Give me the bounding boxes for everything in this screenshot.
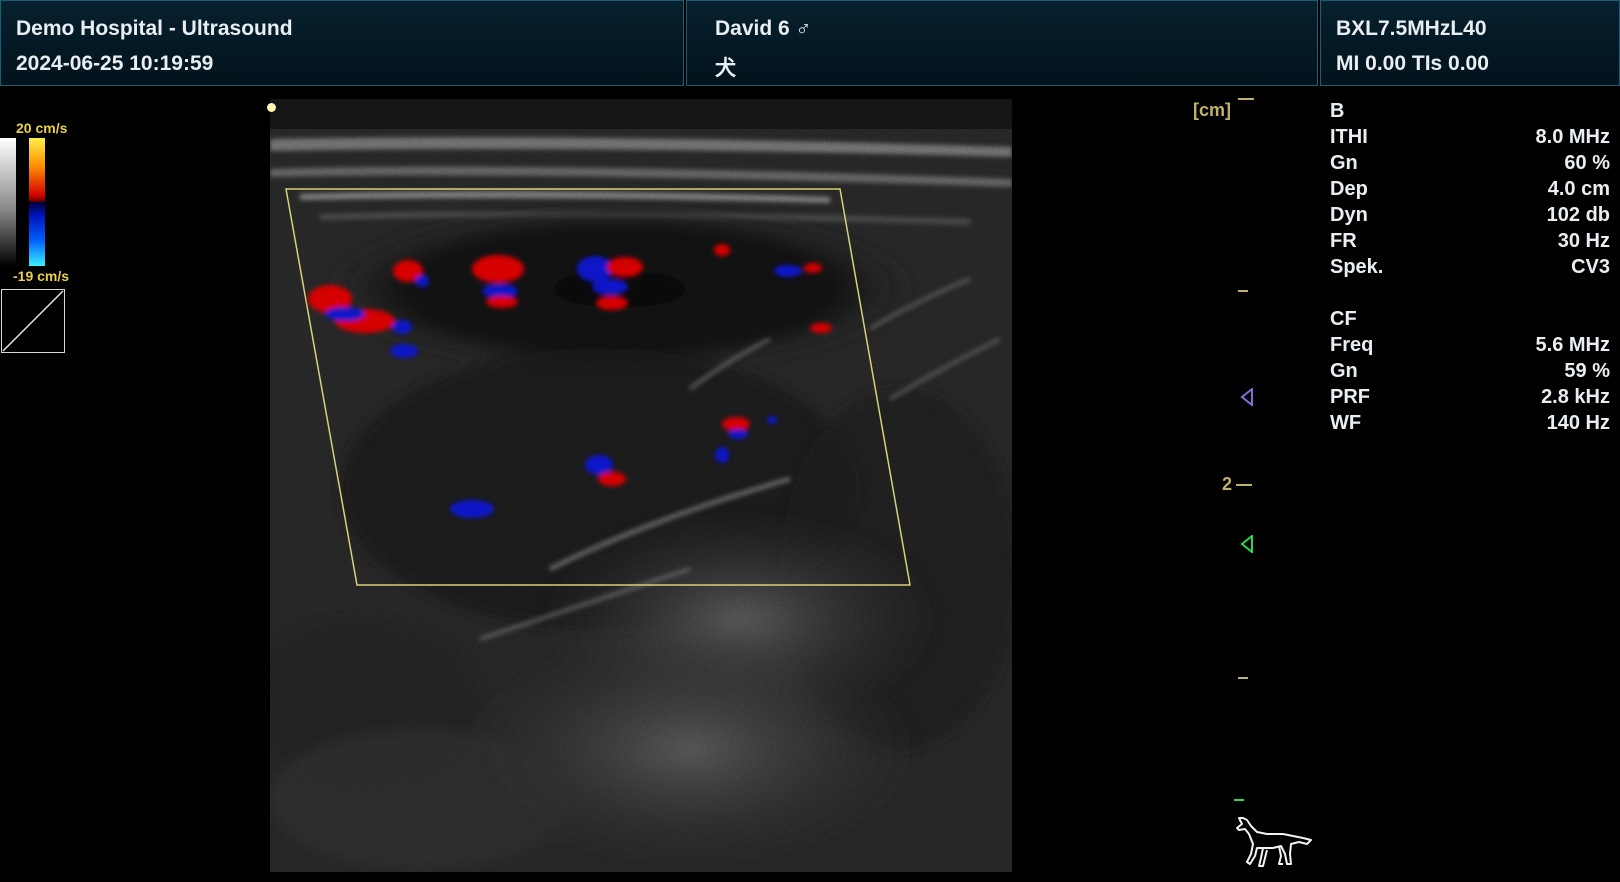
param-speckle: Spek. CV3: [1330, 256, 1610, 280]
param-value: 140 Hz: [1546, 412, 1610, 434]
triangle-left-icon[interactable]: [1240, 388, 1254, 406]
param-gain: Gn 60 %: [1330, 152, 1610, 176]
param-value: 59 %: [1564, 360, 1610, 382]
depth-tick: [1238, 677, 1248, 679]
param-dynamic-range: Dyn 102 db: [1330, 204, 1610, 228]
depth-unit-label: [cm]: [1193, 100, 1232, 120]
triangle-left-icon[interactable]: [1240, 535, 1254, 553]
param-depth: Dep 4.0 cm: [1330, 178, 1610, 202]
safety-indices: MI 0.00 TIs 0.00: [1336, 52, 1489, 75]
probe-name: BXL7.5MHzL40: [1336, 17, 1487, 40]
param-name: Gn: [1330, 152, 1358, 174]
cf-mode-title: CF: [1330, 308, 1357, 330]
param-name: WF: [1330, 412, 1362, 434]
param-name: ITHI: [1330, 126, 1368, 148]
param-value: 60 %: [1564, 152, 1610, 174]
ultrasound-screen: Demo Hospital - Ultrasound 2024-06-25 10…: [0, 0, 1620, 882]
patient-name: David 6 ♂: [715, 17, 812, 40]
param-name: Dep: [1330, 178, 1368, 200]
param-cf-frequency: Freq 5.6 MHz: [1330, 334, 1610, 358]
param-value: 2.8 kHz: [1541, 386, 1610, 408]
grayscale-bar: [0, 138, 16, 266]
hospital-name: Demo Hospital - Ultrasound: [16, 17, 293, 40]
colorbar-max-label: 20 cm/s: [16, 120, 68, 136]
param-name: Gn: [1330, 360, 1358, 382]
depth-tick: [1238, 290, 1248, 292]
param-name: FR: [1330, 230, 1357, 252]
colorbar-min-label: -19 cm/s: [13, 268, 70, 284]
header-patient-panel[interactable]: David 6 ♂ 犬: [686, 0, 1318, 86]
param-value: 102 db: [1546, 204, 1610, 226]
param-name: Dyn: [1330, 204, 1368, 226]
image-origin-dot: [267, 103, 276, 112]
depth-tick-label: 2: [1222, 474, 1233, 494]
ultrasound-image[interactable]: [270, 99, 1012, 872]
param-ithi: ITHI 8.0 MHz: [1330, 126, 1610, 150]
param-name: Spek.: [1330, 256, 1384, 278]
param-value: CV3: [1571, 256, 1610, 278]
param-value: 8.0 MHz: [1535, 126, 1610, 148]
param-cf-wall-filter: WF 140 Hz: [1330, 412, 1610, 436]
header-probe-panel[interactable]: BXL7.5MHzL40 MI 0.00 TIs 0.00: [1320, 0, 1620, 86]
b-mode-scan: [270, 99, 1012, 872]
depth-tick: [1238, 98, 1254, 100]
dog-icon[interactable]: [1233, 814, 1313, 870]
param-value: 5.6 MHz: [1535, 334, 1610, 356]
gray-map-curve-icon: [1, 289, 65, 353]
header-hospital-panel: Demo Hospital - Ultrasound 2024-06-25 10…: [0, 0, 684, 86]
depth-tick: [1236, 484, 1252, 486]
param-value: 30 Hz: [1557, 230, 1610, 252]
patient-species: 犬: [715, 57, 736, 80]
param-name: Freq: [1330, 334, 1374, 356]
param-frame-rate: FR 30 Hz: [1330, 230, 1610, 254]
exam-datetime: 2024-06-25 10:19:59: [16, 52, 214, 75]
velocity-color-bar: [29, 138, 45, 266]
param-value: 4.0 cm: [1547, 178, 1610, 200]
param-cf-prf: PRF 2.8 kHz: [1330, 386, 1610, 410]
param-name: PRF: [1330, 386, 1370, 408]
depth-tick: [1234, 799, 1244, 801]
b-mode-title: B: [1330, 100, 1345, 122]
param-cf-gain: Gn 59 %: [1330, 360, 1610, 384]
